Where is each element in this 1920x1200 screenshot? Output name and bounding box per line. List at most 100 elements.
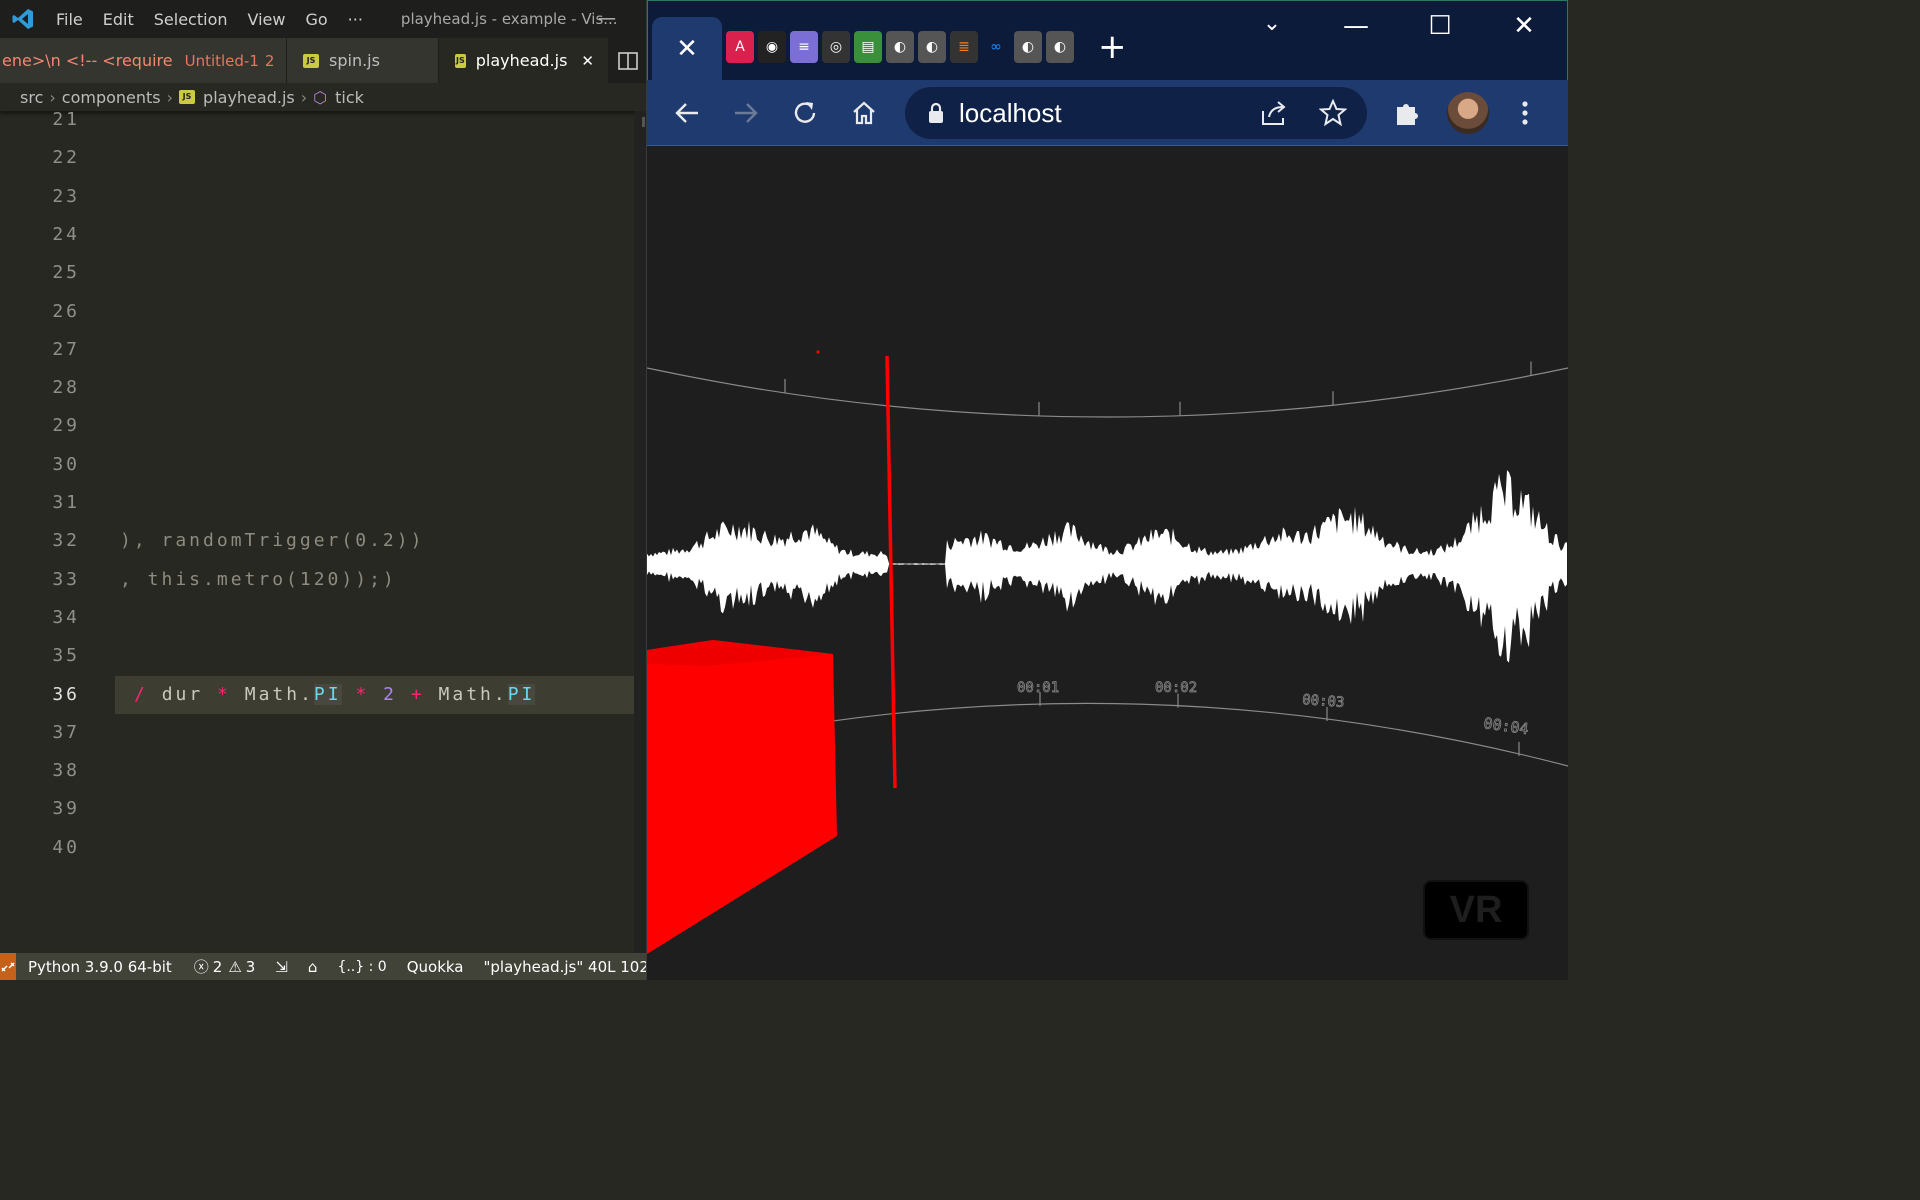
code-line[interactable]: 23: [0, 178, 634, 216]
forward-button[interactable]: [726, 94, 766, 132]
tab-untitled-badge: 2: [264, 51, 275, 70]
back-button[interactable]: [667, 94, 707, 132]
menu-go[interactable]: Go: [295, 10, 337, 29]
vscode-titlebar: File Edit Selection View Go ··· playhead…: [0, 0, 646, 38]
line-number: 27: [52, 338, 80, 360]
code-line[interactable]: 26: [0, 293, 634, 331]
close-window-button[interactable]: ✕: [1504, 11, 1544, 41]
close-icon[interactable]: ✕: [676, 34, 698, 64]
timeline-label-1: 00:01: [1017, 680, 1059, 696]
code-line[interactable]: 39: [0, 790, 634, 828]
line-number: 29: [52, 415, 80, 437]
minimize-button[interactable]: —: [1336, 11, 1376, 41]
code-line[interactable]: 33 , this.metro(120));): [0, 561, 634, 599]
code-token: dur: [161, 683, 204, 705]
code-line[interactable]: 29: [0, 407, 634, 445]
reload-button[interactable]: [785, 94, 825, 132]
extensions-button[interactable]: [1387, 94, 1427, 132]
home-icon[interactable]: ⌂: [308, 958, 318, 976]
error-count: 2: [212, 957, 223, 976]
tab-untitled-extra: Untitled-1: [184, 51, 259, 70]
code-text: ), randomTrigger(0.2)): [120, 530, 425, 552]
infinity-icon[interactable]: ∞: [982, 31, 1010, 63]
line-number: 25: [52, 262, 80, 284]
code-line[interactable]: 30: [0, 446, 634, 484]
code-line[interactable]: 27: [0, 331, 634, 369]
sheet-icon[interactable]: ▤: [854, 31, 882, 63]
url-text[interactable]: localhost: [959, 98, 1062, 129]
code-line[interactable]: 32), randomTrigger(0.2)): [0, 522, 634, 560]
webgl-scene[interactable]: 00:01 00:02 00:03 00:04 VR: [647, 146, 1568, 980]
menu-more[interactable]: ···: [338, 10, 373, 29]
quokka-indicator[interactable]: Quokka: [407, 958, 464, 976]
stack-icon[interactable]: ≡: [790, 31, 818, 63]
stackoverflow-icon[interactable]: ≣: [950, 31, 978, 63]
scrollbar[interactable]: [634, 111, 646, 953]
tab-search-icon[interactable]: ⌄: [1252, 11, 1292, 36]
python-interpreter[interactable]: Python 3.9.0 64-bit: [28, 958, 172, 976]
maximize-button[interactable]: ☐: [1420, 11, 1460, 41]
arrow-right-icon: [735, 103, 758, 123]
menu-file[interactable]: File: [46, 10, 93, 29]
angular-icon[interactable]: A: [726, 31, 754, 63]
tab-playhead[interactable]: JS playhead.js ✕: [439, 38, 609, 83]
code-text: , this.metro(120));): [120, 568, 397, 590]
tab-untitled[interactable]: ene>\n <!-- <require Untitled-1 2: [0, 38, 287, 83]
vr-button[interactable]: VR: [1423, 880, 1529, 940]
red-cube[interactable]: [647, 640, 837, 954]
tab-spin[interactable]: JS spin.js: [287, 38, 439, 83]
remote-button[interactable]: [0, 953, 16, 980]
puzzle-icon: [1397, 104, 1418, 125]
error-icon: ⓧ: [193, 958, 209, 976]
menu-button[interactable]: [1505, 94, 1545, 132]
code-line[interactable]: 36/ dur * Math.PI * 2 + Math.PI: [0, 675, 634, 714]
code-line[interactable]: 37: [0, 714, 634, 752]
code-line[interactable]: 22: [0, 139, 634, 177]
more-vertical-icon: [1522, 101, 1528, 125]
menu-selection[interactable]: Selection: [144, 10, 238, 29]
globe-icon[interactable]: ◐: [886, 31, 914, 63]
menu-edit[interactable]: Edit: [93, 10, 144, 29]
globe-icon[interactable]: ◐: [1046, 31, 1074, 63]
minimize-button[interactable]: —: [598, 8, 616, 29]
braces-indicator[interactable]: {..} : 0: [337, 959, 386, 975]
code-token: /: [134, 683, 148, 705]
code-line[interactable]: 34: [0, 599, 634, 637]
avatar[interactable]: [1447, 92, 1489, 134]
code-line[interactable]: 40: [0, 829, 634, 867]
line-number: 23: [52, 185, 80, 207]
globe-icon[interactable]: ◐: [1014, 31, 1042, 63]
problems-indicator[interactable]: ⓧ 2 ⚠ 3: [194, 956, 256, 977]
code-line[interactable]: 35: [0, 637, 634, 675]
tab-spin-label: spin.js: [329, 51, 380, 70]
code-line[interactable]: 28: [0, 369, 634, 407]
line-number: 26: [52, 300, 80, 322]
active-tab[interactable]: ✕: [652, 17, 722, 81]
line-number: 38: [52, 760, 80, 782]
github-icon[interactable]: ◉: [758, 31, 786, 63]
arrow-left-icon: [675, 103, 698, 123]
split-editor-button[interactable]: [608, 38, 646, 83]
code-editor[interactable]: 21 22 23 24 25 26 27 28 29 30 31 32), randomTrigger…: [0, 109, 634, 953]
close-icon[interactable]: ✕: [581, 52, 594, 70]
code-line[interactable]: 38: [0, 752, 634, 790]
code-line[interactable]: 31: [0, 484, 634, 522]
code-line[interactable]: 24: [0, 216, 634, 254]
status-bar: Python 3.9.0 64-bit ⓧ 2 ⚠ 3 ⇲ ⌂ {..} : 0…: [0, 953, 646, 980]
source-control-icon[interactable]: ⇲: [275, 958, 288, 976]
remote-icon: [1, 961, 15, 972]
eye-icon[interactable]: ◎: [822, 31, 850, 63]
code-token: 2: [383, 683, 397, 705]
globe-icon[interactable]: ◐: [918, 31, 946, 63]
menu-view[interactable]: View: [238, 10, 296, 29]
scene-canvas[interactable]: 00:01 00:02 00:03 00:04: [647, 146, 1568, 980]
code-line[interactable]: 21: [0, 101, 634, 139]
star-icon[interactable]: [1319, 99, 1347, 127]
home-button[interactable]: [844, 94, 884, 132]
new-tab-button[interactable]: +: [1098, 27, 1127, 67]
share-icon[interactable]: [1259, 99, 1289, 127]
timeline-bottom-ticks: [1039, 692, 1520, 756]
code-token: PI: [313, 683, 342, 705]
address-bar[interactable]: localhost: [905, 87, 1367, 139]
code-line[interactable]: 25: [0, 254, 634, 292]
